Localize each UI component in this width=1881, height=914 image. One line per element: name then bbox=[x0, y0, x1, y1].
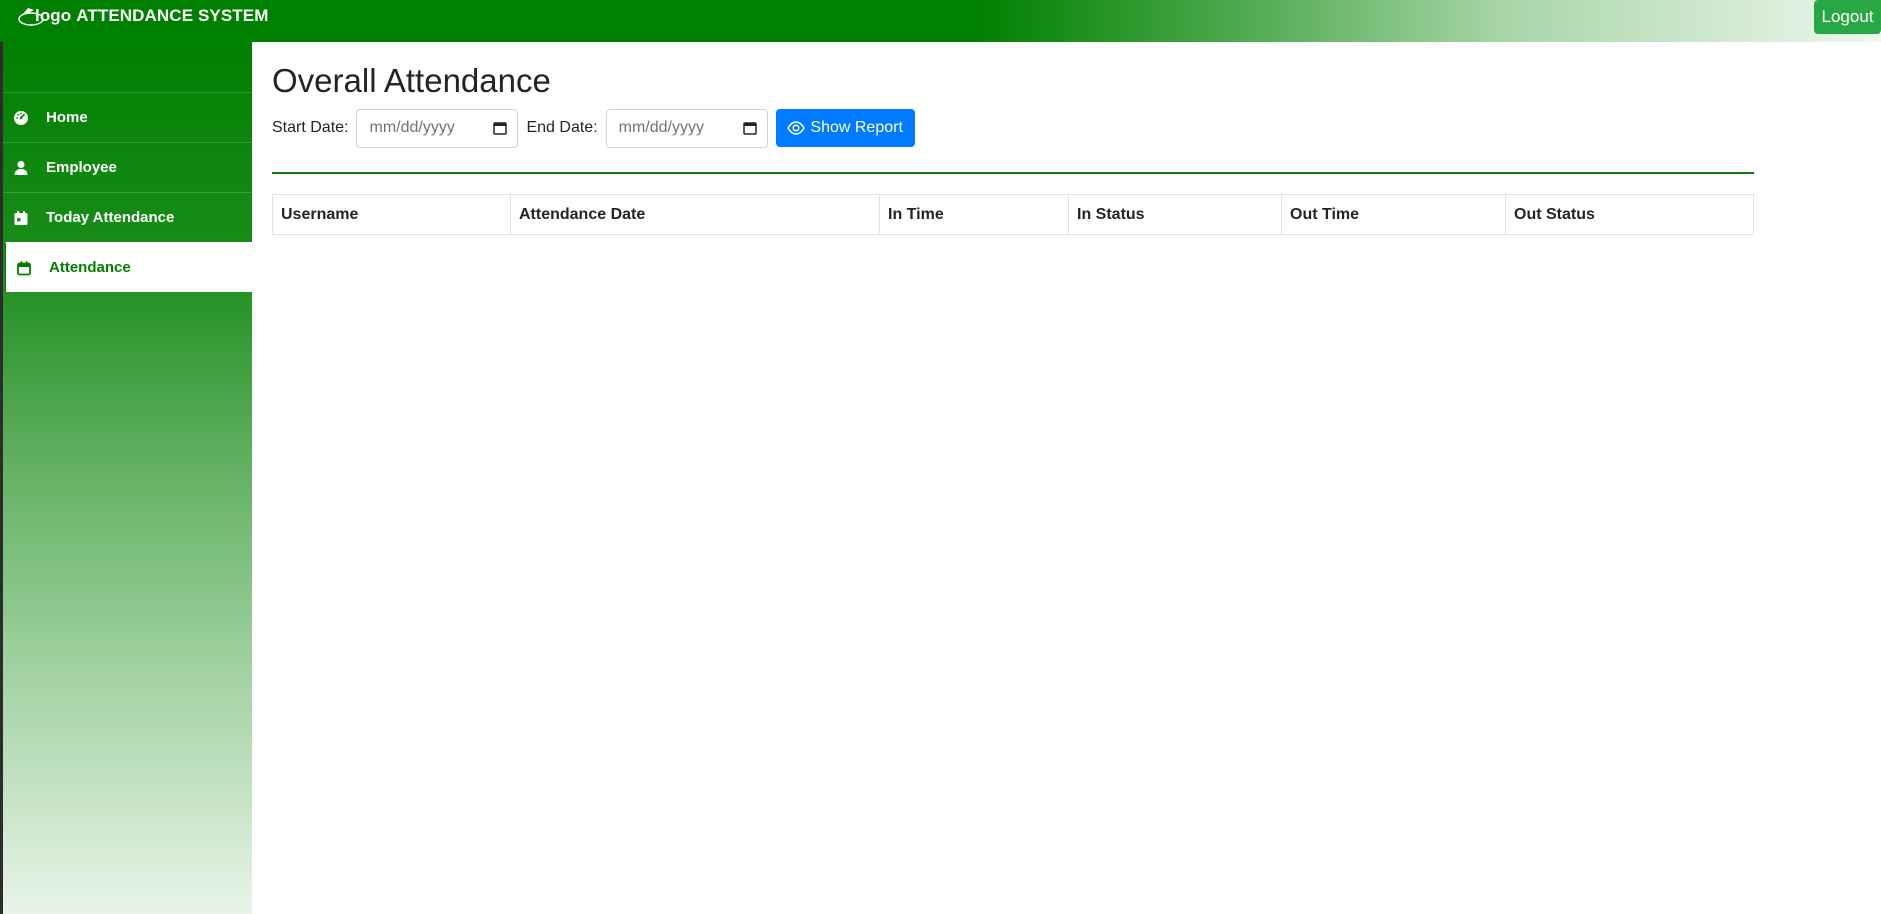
column-header-in-status[interactable]: In Status bbox=[1068, 194, 1282, 235]
sidebar-item-home[interactable]: Home bbox=[3, 92, 252, 142]
logout-button[interactable]: Logout bbox=[1814, 0, 1881, 34]
sidebar-item-label: Today Attendance bbox=[46, 209, 175, 226]
calendar-picker-icon[interactable] bbox=[493, 121, 508, 135]
show-report-label: Show Report bbox=[810, 119, 903, 136]
start-date-label: Start Date: bbox=[272, 119, 349, 136]
column-header-in-time[interactable]: In Time bbox=[879, 194, 1069, 235]
sidebar-item-label: Employee bbox=[46, 159, 117, 176]
column-header-username[interactable]: Username bbox=[272, 194, 511, 235]
sidebar: Home Employee Today Attendance Attendanc… bbox=[0, 42, 252, 914]
column-header-out-status[interactable]: Out Status bbox=[1505, 194, 1754, 235]
logo-alt-text: logo bbox=[35, 6, 72, 25]
end-date-placeholder: mm/dd/yyyy bbox=[618, 119, 704, 136]
dashboard-icon bbox=[12, 109, 30, 127]
brand[interactable]: logo ATTENDANCE SYSTEM bbox=[18, 4, 268, 28]
sidebar-nav: Home Employee Today Attendance Attendanc… bbox=[3, 92, 252, 292]
sidebar-item-label: Attendance bbox=[49, 259, 131, 276]
calendar-day-icon bbox=[12, 209, 30, 227]
top-navbar: logo ATTENDANCE SYSTEM Logout bbox=[0, 0, 1881, 42]
column-header-attendance-date[interactable]: Attendance Date bbox=[510, 194, 880, 235]
sidebar-item-employee[interactable]: Employee bbox=[3, 142, 252, 192]
eye-icon bbox=[787, 121, 806, 135]
column-header-out-time[interactable]: Out Time bbox=[1281, 194, 1506, 235]
page-title: Overall Attendance bbox=[272, 62, 551, 99]
start-date-input[interactable]: mm/dd/yyyy bbox=[356, 108, 519, 148]
show-report-button[interactable]: Show Report bbox=[775, 109, 915, 147]
sidebar-item-label: Home bbox=[46, 109, 88, 126]
filter-row: Start Date: mm/dd/yyyy End Date: mm/dd/y… bbox=[272, 108, 915, 148]
calendar-picker-icon[interactable] bbox=[742, 121, 757, 135]
divider bbox=[272, 172, 1754, 174]
sidebar-item-attendance[interactable]: Attendance bbox=[5, 242, 252, 292]
start-date-placeholder: mm/dd/yyyy bbox=[369, 119, 455, 136]
table-header-row: Username Attendance Date In Time In Stat… bbox=[272, 194, 1754, 235]
user-icon bbox=[12, 159, 30, 177]
sidebar-item-today-attendance[interactable]: Today Attendance bbox=[3, 192, 252, 242]
end-date-label: End Date: bbox=[526, 119, 598, 136]
brand-title: ATTENDANCE SYSTEM bbox=[76, 6, 269, 25]
attendance-table: Username Attendance Date In Time In Stat… bbox=[272, 194, 1754, 235]
end-date-input[interactable]: mm/dd/yyyy bbox=[605, 108, 768, 148]
calendar-icon bbox=[15, 259, 33, 277]
